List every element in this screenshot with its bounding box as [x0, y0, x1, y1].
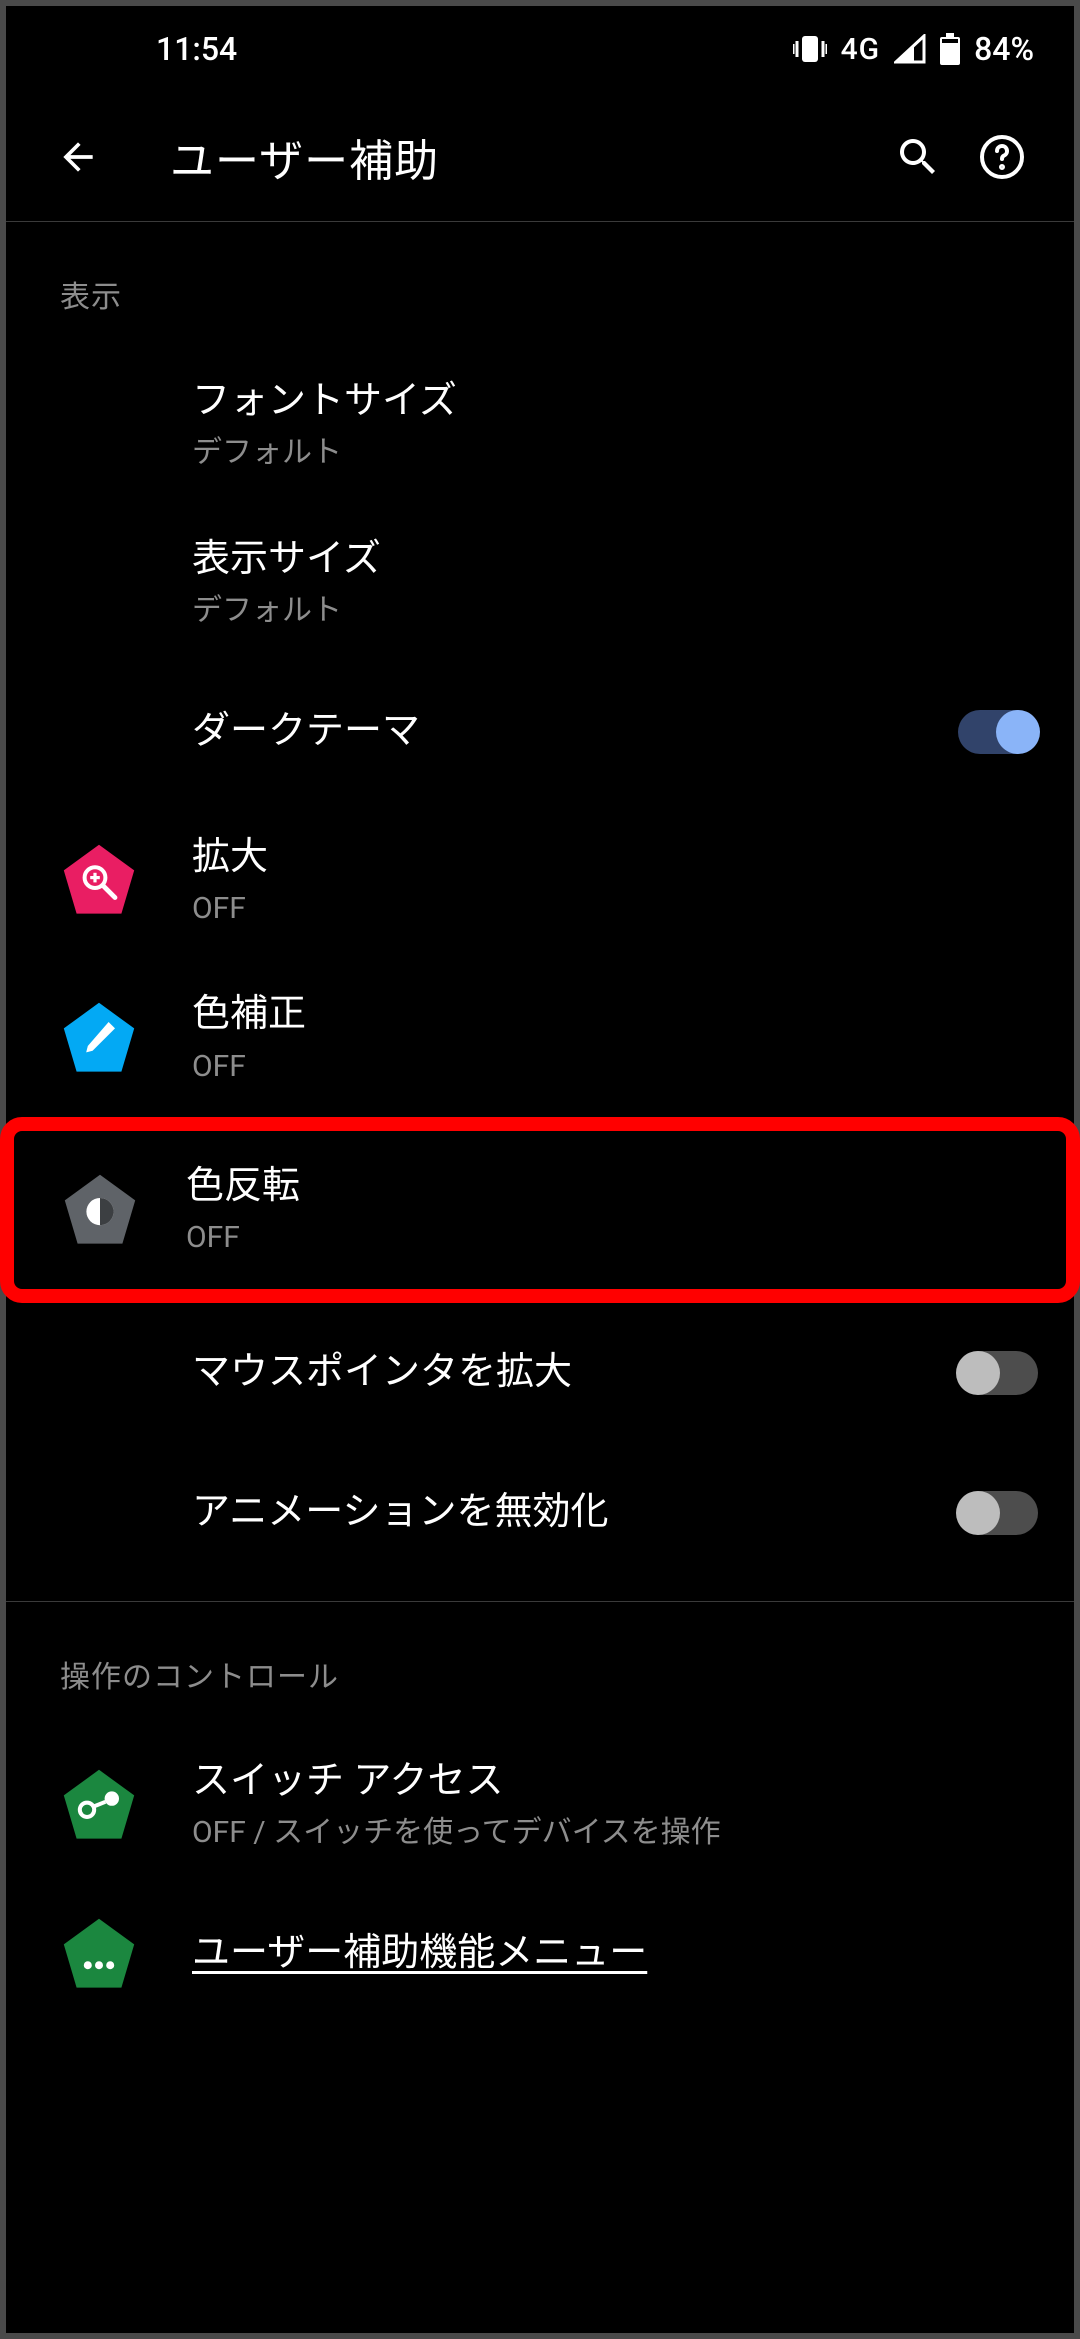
item-sub: OFF [192, 889, 1038, 930]
status-indicators: 4G 84% [793, 30, 1034, 68]
section-header-display: 表示 [6, 222, 1074, 346]
item-sub: OFF [186, 1218, 1044, 1259]
item-sub: OFF / スイッチを使ってデバイスを操作 [192, 1813, 1038, 1854]
item-title: マウスポインタを拡大 [192, 1347, 938, 1398]
page-title: ユーザー補助 [120, 125, 876, 189]
color-correction-icon [59, 998, 139, 1078]
network-label: 4G [841, 32, 881, 67]
item-font-size[interactable]: フォントサイズ デフォルト [6, 346, 1074, 504]
item-magnification[interactable]: 拡大 OFF [6, 802, 1074, 960]
item-title: スイッチ アクセス [192, 1756, 1038, 1807]
item-display-size[interactable]: 表示サイズ デフォルト [6, 504, 1074, 662]
disable-animation-switch[interactable] [958, 1491, 1038, 1535]
battery-percent: 84% [974, 30, 1034, 68]
battery-icon [940, 33, 960, 65]
item-sub: デフォルト [192, 591, 1038, 632]
status-bar: 11:54 4G 84% [6, 6, 1074, 92]
item-color-correction[interactable]: 色補正 OFF [6, 959, 1074, 1117]
item-title: フォントサイズ [192, 376, 1038, 427]
item-title: ダークテーマ [192, 706, 938, 757]
item-color-inversion[interactable]: 色反転 OFF [14, 1131, 1066, 1289]
vibrate-icon [793, 34, 827, 64]
search-button[interactable] [882, 121, 954, 193]
signal-icon [894, 34, 926, 64]
item-large-pointer[interactable]: マウスポインタを拡大 [6, 1303, 1074, 1443]
color-inversion-icon [60, 1170, 140, 1250]
switch-access-icon [59, 1765, 139, 1845]
section-header-controls: 操作のコントロール [6, 1602, 1074, 1726]
item-title: 色補正 [192, 989, 1038, 1040]
item-title: 色反転 [186, 1161, 1044, 1212]
item-switch-access[interactable]: スイッチ アクセス OFF / スイッチを使ってデバイスを操作 [6, 1726, 1074, 1884]
highlight-box: 色反転 OFF [0, 1117, 1080, 1303]
item-title: 表示サイズ [192, 534, 1038, 585]
large-pointer-switch[interactable] [958, 1351, 1038, 1395]
section-display: 表示 フォントサイズ デフォルト 表示サイズ デフォルト ダークテーマ [6, 222, 1074, 1583]
dark-theme-switch[interactable] [958, 710, 1038, 754]
back-button[interactable] [42, 121, 114, 193]
item-disable-animation[interactable]: アニメーションを無効化 [6, 1443, 1074, 1583]
help-button[interactable] [966, 121, 1038, 193]
status-time: 11:54 [156, 30, 793, 68]
item-dark-theme[interactable]: ダークテーマ [6, 662, 1074, 802]
magnification-icon [59, 840, 139, 920]
accessibility-menu-icon [59, 1914, 139, 1994]
item-sub: デフォルト [192, 433, 1038, 474]
item-sub: OFF [192, 1047, 1038, 1088]
item-title: アニメーションを無効化 [192, 1487, 938, 1538]
section-controls: 操作のコントロール スイッチ アクセス OFF / スイッチを使ってデバイスを操… [6, 1602, 1074, 2024]
item-title: ユーザー補助機能メニュー [192, 1928, 1038, 1979]
item-accessibility-menu[interactable]: ユーザー補助機能メニュー [6, 1884, 1074, 2024]
app-bar: ユーザー補助 [6, 92, 1074, 222]
item-title: 拡大 [192, 832, 1038, 883]
